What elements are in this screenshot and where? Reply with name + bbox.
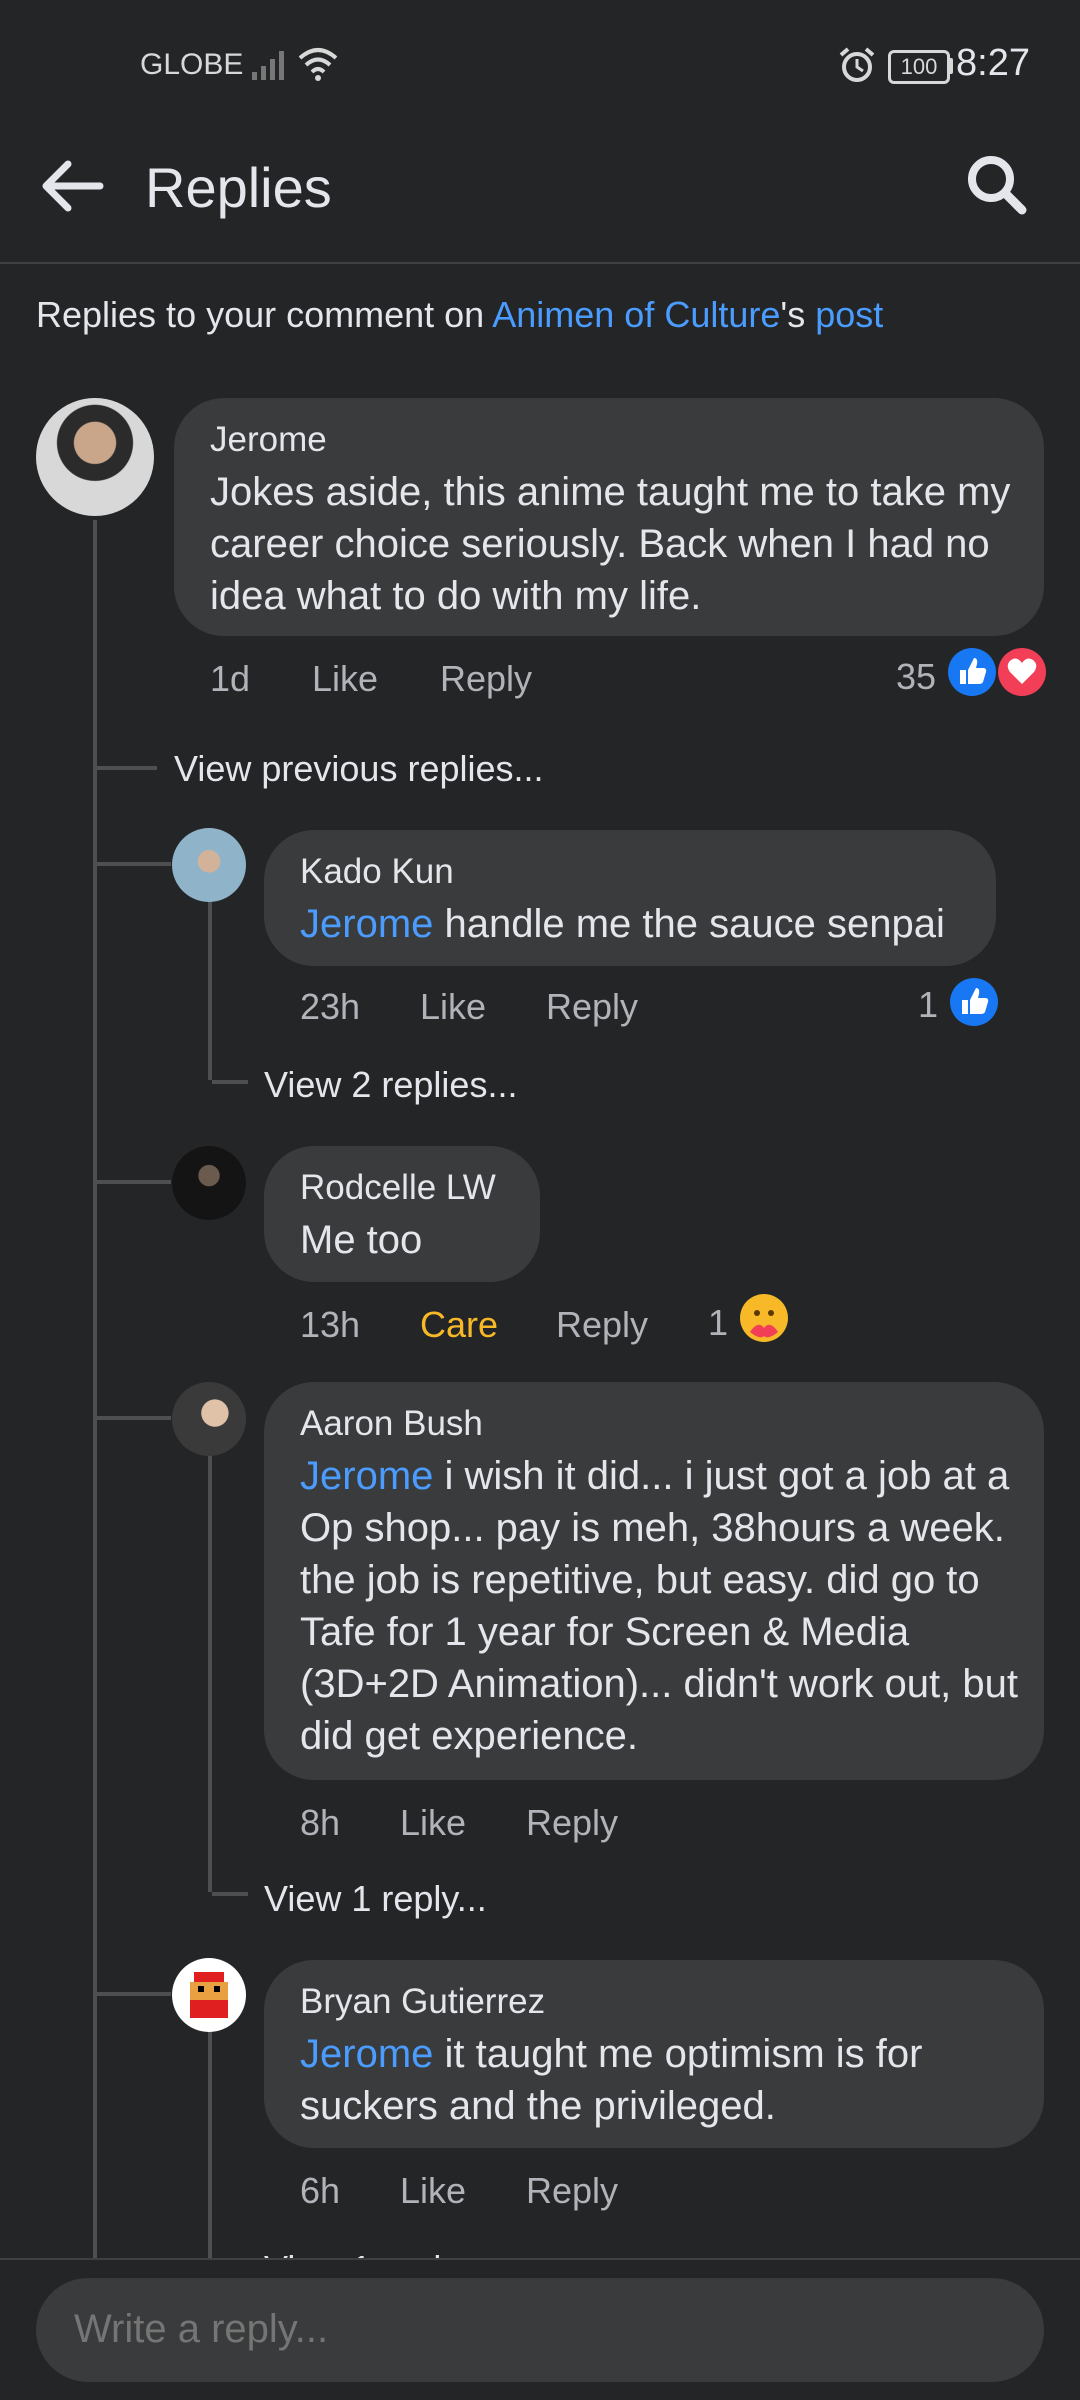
reply-button[interactable]: Reply: [526, 1802, 618, 1844]
pixel-character-icon: [190, 1972, 228, 2018]
reply-time: 8h: [300, 1802, 341, 1843]
reaction-count[interactable]: 1: [708, 1302, 728, 1344]
reply-time: 6h: [300, 2170, 341, 2211]
signal-icon: [252, 51, 284, 80]
view-previous-replies[interactable]: View previous replies...: [174, 748, 544, 790]
comment-text: Jokes aside, this anime taught me to tak…: [210, 470, 1011, 618]
thread-line-main: [93, 520, 97, 2260]
reply-button[interactable]: Reply: [556, 1304, 648, 1346]
thread-connector: [212, 1892, 248, 1896]
avatar[interactable]: [172, 1146, 246, 1220]
avatar[interactable]: [172, 1958, 246, 2032]
reply-author[interactable]: Aaron Bush: [300, 1404, 483, 1444]
page-link[interactable]: Animen of Culture: [492, 294, 780, 335]
wifi-icon: [298, 48, 338, 81]
thread-connector: [97, 1416, 171, 1420]
thread-connector: [97, 862, 171, 866]
replies-context: Replies to your comment on Animen of Cul…: [36, 294, 884, 335]
view-more-replies[interactable]: View 1 reply...: [264, 1878, 487, 1920]
comment-author[interactable]: Jerome: [210, 420, 327, 460]
care-reaction-icon: [740, 1294, 788, 1342]
thread-connector: [212, 1080, 248, 1084]
view-more-replies[interactable]: View 2 replies...: [264, 1064, 517, 1106]
reply-time: 13h: [300, 1304, 361, 1345]
mention[interactable]: Jerome: [300, 1454, 433, 1498]
like-button[interactable]: Like: [420, 986, 486, 1028]
reply-button[interactable]: Reply: [440, 658, 532, 700]
thread-connector: [97, 1180, 171, 1184]
search-icon[interactable]: [964, 152, 1030, 218]
reply-button[interactable]: Reply: [526, 2170, 618, 2212]
care-button[interactable]: Care: [420, 1304, 498, 1346]
reply-author[interactable]: Rodcelle LW: [300, 1168, 496, 1208]
comment-time: 1d: [210, 658, 251, 699]
like-button[interactable]: Like: [312, 658, 378, 700]
mention[interactable]: Jerome: [300, 2032, 433, 2076]
reply-input[interactable]: [72, 2306, 976, 2353]
thread-line-sub: [208, 1452, 212, 1892]
avatar[interactable]: [36, 398, 154, 516]
thread-connector: [97, 1992, 171, 1996]
reply-text: Jerome handle me the sauce senpai: [300, 902, 945, 946]
post-link[interactable]: post: [815, 294, 883, 335]
composer-divider: [0, 2258, 1080, 2260]
battery-tip: [948, 58, 953, 74]
battery-icon: 100: [888, 50, 950, 84]
reply-text: Jerome it taught me optimism is for suck…: [300, 2032, 923, 2128]
thread-line-sub: [208, 2030, 212, 2260]
reply-author[interactable]: Bryan Gutierrez: [300, 1982, 545, 2022]
reply-author[interactable]: Kado Kun: [300, 852, 454, 892]
avatar[interactable]: [172, 828, 246, 902]
mention[interactable]: Jerome: [300, 902, 433, 946]
thread-line-sub: [208, 900, 212, 1080]
reply-time: 23h: [300, 986, 361, 1027]
reply-button[interactable]: Reply: [546, 986, 638, 1028]
back-arrow-icon[interactable]: [38, 156, 106, 216]
clock: 8:27: [956, 42, 1030, 84]
reaction-count[interactable]: 35: [896, 656, 936, 698]
page-title: Replies: [145, 156, 332, 219]
status-bar: GLOBE 100 8:27: [0, 0, 1080, 130]
header-divider: [0, 262, 1080, 264]
thread-connector: [97, 766, 157, 770]
like-reaction-icon: [950, 978, 998, 1026]
alarm-icon: [839, 47, 875, 82]
reaction-count[interactable]: 1: [918, 984, 938, 1026]
like-reaction-icon: [948, 648, 996, 696]
love-reaction-icon: [998, 648, 1046, 696]
reply-text: Jerome i wish it did... i just got a job…: [300, 1454, 1018, 1758]
carrier-name: GLOBE: [140, 48, 244, 81]
avatar[interactable]: [172, 1382, 246, 1456]
reply-text: Me too: [300, 1218, 423, 1262]
like-button[interactable]: Like: [400, 1802, 466, 1844]
like-button[interactable]: Like: [400, 2170, 466, 2212]
